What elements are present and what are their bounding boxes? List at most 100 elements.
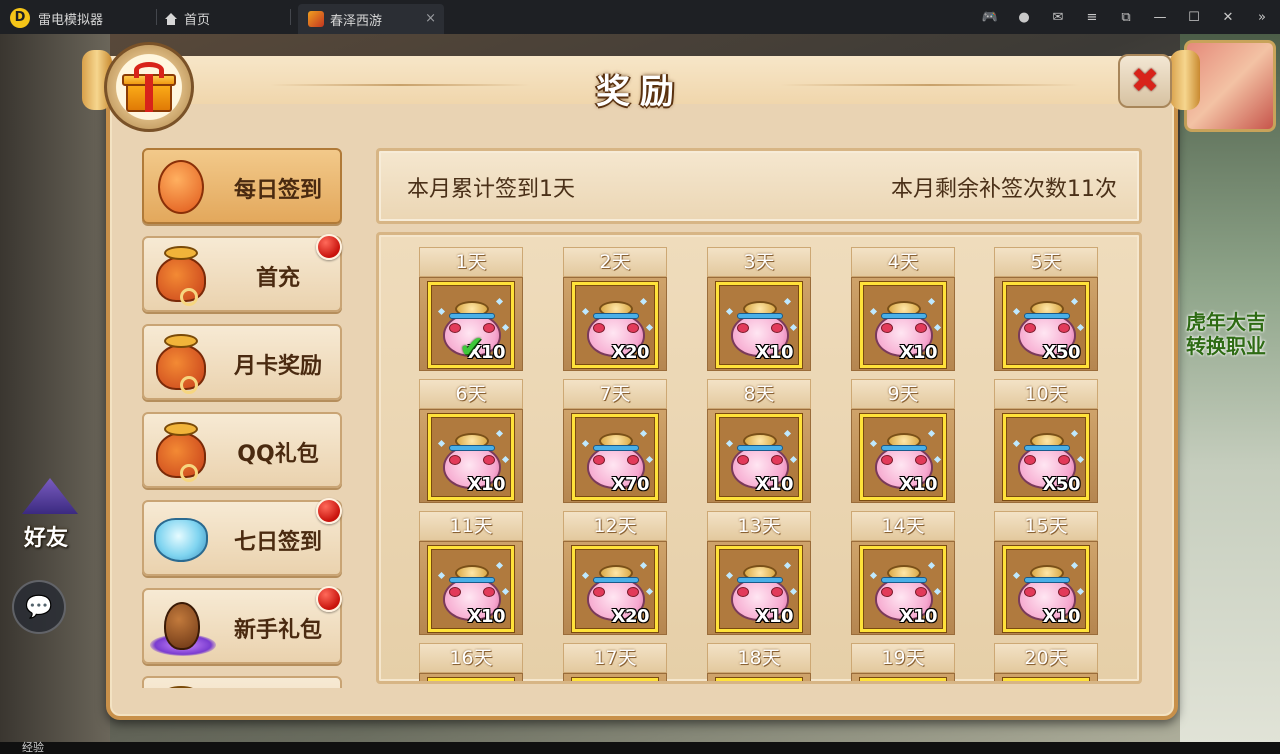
day-cell: 1天 X10 ✔ [419, 247, 523, 371]
day-label: 20天 [994, 643, 1098, 673]
day-cell: 7天 X70 [563, 379, 667, 503]
reward-quantity: X10 [467, 606, 506, 627]
dialog-title: 奖励 [596, 72, 684, 112]
sign-in-calendar: 1天 X10 ✔ 2天 X20 3天 X10 4天 X10 5天 X50 6天 X10 7天 X70 8天 X1… [376, 232, 1142, 684]
reward-slot[interactable]: X20 [563, 541, 667, 635]
reward-quantity: X10 [899, 342, 938, 363]
reward-slot[interactable] [563, 673, 667, 681]
minimize-icon[interactable]: — [1150, 7, 1170, 27]
mail-icon[interactable]: ✉ [1048, 7, 1068, 27]
reward-quantity: X10 [899, 606, 938, 627]
sidebar-item-3[interactable]: QQ礼包 [142, 412, 342, 488]
reward-slot[interactable]: X10 [851, 541, 955, 635]
reward-slot[interactable]: X10 [419, 409, 523, 503]
event-banner-line2[interactable]: 转换职业 [1186, 330, 1266, 359]
sidebar-item-4[interactable]: 七日签到 [142, 498, 342, 576]
day-label: 19天 [851, 643, 955, 673]
reward-item-frame: X10 [860, 546, 946, 632]
tab-close-icon[interactable]: × [425, 11, 436, 26]
menu-icon[interactable]: ≡ [1082, 7, 1102, 27]
day-cell: 12天 X20 [563, 511, 667, 635]
day-label: 16天 [419, 643, 523, 673]
lantern-icon [150, 156, 212, 218]
notification-dot-icon [316, 498, 342, 524]
gift-badge [104, 42, 194, 132]
day-cell: 9天 X10 [851, 379, 955, 503]
day-label: 13天 [707, 511, 811, 541]
reward-slot[interactable]: X70 [563, 409, 667, 503]
header-ornament-left [270, 84, 530, 86]
exp-bar [0, 742, 1280, 754]
reward-slot[interactable]: X50 [994, 409, 1098, 503]
day-cell: 13天 X10 [707, 511, 811, 635]
home-tab[interactable]: 首页 [164, 9, 210, 28]
day-label: 17天 [563, 643, 667, 673]
scene-right-edge [1180, 34, 1280, 754]
reward-slot[interactable] [851, 673, 955, 681]
reward-item-frame: X10 [428, 546, 514, 632]
day-cell: 10天 X50 [994, 379, 1098, 503]
day-cell: 5天 X50 [994, 247, 1098, 371]
reward-slot[interactable] [419, 673, 523, 681]
money-bag-icon [150, 332, 212, 394]
game-tab[interactable]: 春泽西游 × [298, 4, 444, 34]
day-label: 14天 [851, 511, 955, 541]
account-icon[interactable]: ● [1014, 7, 1034, 27]
sidebar-toggle-icon[interactable]: » [1252, 7, 1272, 27]
reward-quantity: X50 [1042, 342, 1081, 363]
popout-icon[interactable]: ⧉ [1116, 7, 1136, 27]
emulator-logo-icon: D [10, 8, 30, 28]
gamepad-icon[interactable]: 🎮 [980, 7, 1000, 27]
reward-quantity: X10 [467, 474, 506, 495]
reward-slot[interactable]: X10 [707, 409, 811, 503]
sidebar-item-1[interactable]: 首充 [142, 234, 342, 312]
notification-dot-icon [316, 586, 342, 612]
reward-slot[interactable] [994, 673, 1098, 681]
exp-label: 经验 [22, 741, 44, 754]
divider [290, 9, 291, 25]
friend-button[interactable]: 好友 [14, 478, 86, 551]
close-window-icon[interactable]: ✕ [1218, 7, 1238, 27]
reward-slot[interactable]: X10 ✔ [419, 277, 523, 371]
day-label: 10天 [994, 379, 1098, 409]
reward-quantity: X10 [1042, 606, 1081, 627]
header-ornament-right [780, 84, 1080, 86]
day-cell: 18天 [707, 643, 811, 681]
reward-item-frame: X70 [572, 414, 658, 500]
money-bag-icon [150, 244, 212, 306]
sidebar-item-2[interactable]: 月卡奖励 [142, 324, 342, 400]
close-button[interactable]: ✖ [1118, 54, 1172, 108]
reward-slot[interactable]: X10 [707, 277, 811, 371]
sidebar-item-label: 月卡奖励 [233, 354, 322, 379]
reward-item-frame: X10 [1003, 546, 1089, 632]
reward-slot[interactable]: X10 [419, 541, 523, 635]
reward-item-frame: X10 [428, 414, 514, 500]
reward-slot[interactable]: X10 [851, 409, 955, 503]
sidebar-item-0[interactable]: 每日签到 [142, 148, 342, 224]
reward-slot[interactable]: X10 [994, 541, 1098, 635]
reward-slot[interactable]: X10 [851, 277, 955, 371]
day-cell: 17天 [563, 643, 667, 681]
chat-button[interactable]: 💬 [12, 580, 66, 634]
sidebar-item-5[interactable]: 新手礼包 [142, 586, 342, 664]
sign-in-info-bar: 本月累计签到1天 本月剩余补签次数11次 [376, 148, 1142, 224]
day-cell: 15天 X10 [994, 511, 1098, 635]
reward-slot[interactable] [707, 673, 811, 681]
reward-slot[interactable]: X10 [707, 541, 811, 635]
day-cell: 6天 X10 [419, 379, 523, 503]
reward-slot[interactable]: X50 [994, 277, 1098, 371]
reward-quantity: X70 [611, 474, 650, 495]
sidebar-item-label: QQ礼包 [237, 442, 319, 467]
gift-icon [122, 62, 176, 112]
sidebar-item-6[interactable] [142, 676, 342, 688]
maximize-icon[interactable]: ☐ [1184, 7, 1204, 27]
reward-item-frame: X10 [716, 414, 802, 500]
money-bag-icon [150, 420, 212, 482]
scene-left-edge [0, 34, 110, 754]
app-name: 雷电模拟器 [38, 13, 104, 28]
remaining-makeup-count: 本月剩余补签次数11次 [891, 177, 1117, 202]
day-cell: 14天 X10 [851, 511, 955, 635]
reward-slot[interactable]: X20 [563, 277, 667, 371]
reward-item-frame: X10 [716, 546, 802, 632]
close-icon: ✖ [1130, 61, 1160, 101]
